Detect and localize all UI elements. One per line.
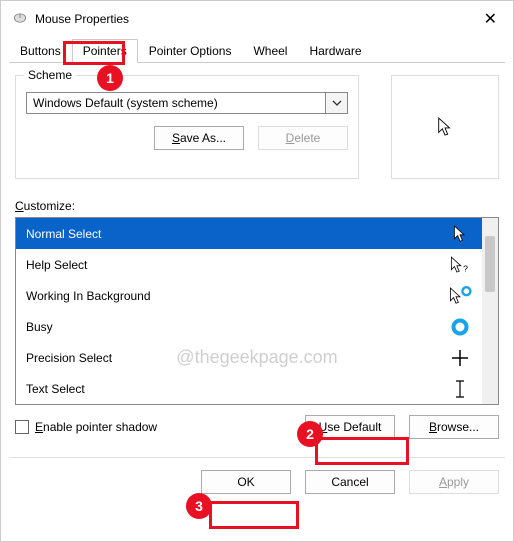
- tab-strip: Buttons Pointers Pointer Options Wheel H…: [1, 39, 513, 62]
- tab-hardware[interactable]: Hardware: [298, 39, 372, 62]
- cancel-button[interactable]: Cancel: [305, 470, 395, 494]
- list-item[interactable]: Normal Select: [16, 218, 482, 249]
- listbox-scrollbar[interactable]: [482, 218, 498, 404]
- apply-button: Apply: [409, 470, 499, 494]
- list-item-label: Text Select: [26, 382, 85, 396]
- cursor-busy-icon: [448, 316, 472, 338]
- use-default-button[interactable]: Use Default: [305, 415, 395, 439]
- cursor-arrow-icon: [436, 116, 454, 138]
- list-item-label: Working In Background: [26, 289, 151, 303]
- checkbox-icon: [15, 420, 29, 434]
- list-item[interactable]: Working In Background: [16, 280, 482, 311]
- cursor-arrow-icon: [448, 223, 472, 245]
- scheme-dropdown-button[interactable]: [326, 92, 348, 114]
- scheme-input[interactable]: [26, 92, 326, 114]
- cursor-ibeam-icon: [448, 378, 472, 400]
- tab-wheel[interactable]: Wheel: [242, 39, 298, 62]
- list-item-label: Normal Select: [26, 227, 101, 241]
- list-item-label: Precision Select: [26, 351, 112, 365]
- window-title: Mouse Properties: [35, 12, 129, 26]
- cursor-working-icon: [448, 285, 472, 307]
- scheme-combo[interactable]: [26, 92, 348, 114]
- list-item-label: Help Select: [26, 258, 87, 272]
- delete-button: Delete: [258, 126, 348, 150]
- list-item-label: Busy: [26, 320, 53, 334]
- scroll-thumb[interactable]: [485, 236, 495, 292]
- cursor-preview: [391, 75, 499, 179]
- svg-text:?: ?: [463, 263, 468, 273]
- customize-label: Customize:: [15, 199, 499, 213]
- list-item[interactable]: Busy: [16, 311, 482, 342]
- scheme-group: Scheme Save As... Delete: [15, 75, 359, 179]
- save-as-button[interactable]: Save As...: [154, 126, 244, 150]
- ok-button[interactable]: OK: [201, 470, 291, 494]
- tab-buttons[interactable]: Buttons: [9, 39, 72, 62]
- cursor-cross-icon: [448, 347, 472, 369]
- list-item[interactable]: Help Select ?: [16, 249, 482, 280]
- list-item[interactable]: Text Select: [16, 373, 482, 404]
- list-item[interactable]: Precision Select: [16, 342, 482, 373]
- close-button[interactable]: ✕: [480, 9, 501, 29]
- cursor-listbox[interactable]: Normal Select Help Select ? Working In B…: [16, 218, 482, 404]
- mouse-icon: [13, 12, 27, 26]
- tab-pointer-options[interactable]: Pointer Options: [138, 39, 243, 62]
- enable-shadow-label: Enable pointer shadow: [35, 420, 157, 434]
- browse-button[interactable]: Browse...: [409, 415, 499, 439]
- tab-pointers[interactable]: Pointers: [72, 39, 138, 62]
- chevron-down-icon: [332, 100, 342, 106]
- enable-shadow-checkbox[interactable]: Enable pointer shadow: [15, 420, 157, 434]
- scheme-legend: Scheme: [24, 68, 76, 82]
- cursor-help-icon: ?: [448, 254, 472, 276]
